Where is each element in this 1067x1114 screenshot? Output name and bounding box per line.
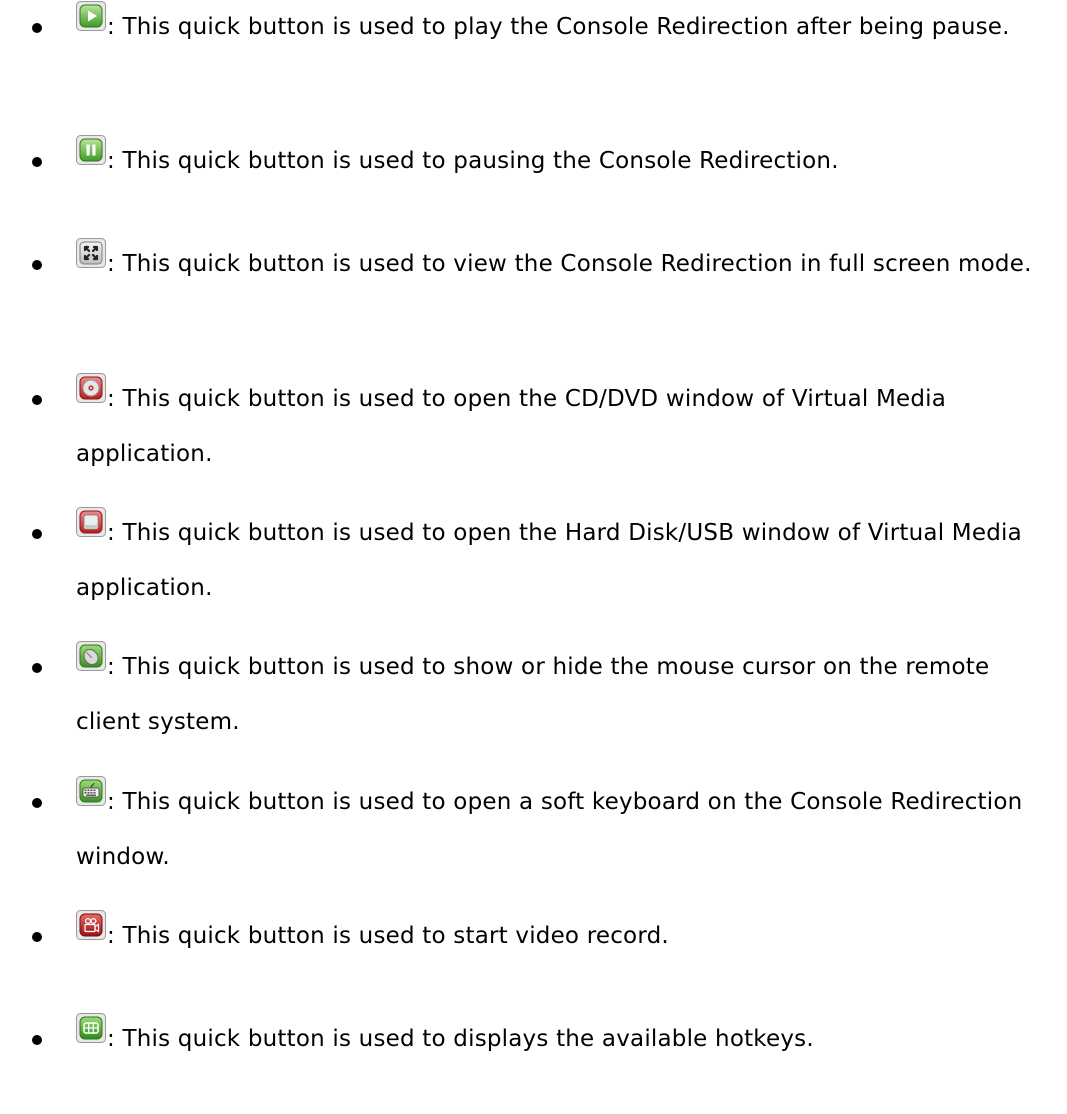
list-item: : This quick button is used to displays … — [32, 1012, 1046, 1067]
item-separator: : — [107, 1026, 115, 1052]
item-text: This quick button is used to view the Co… — [122, 251, 1032, 277]
item-text: This quick button is used to start video… — [122, 923, 669, 949]
document-page: : This quick button is used to play the … — [0, 0, 1067, 1114]
list-item: : This quick button is used to open the … — [32, 506, 1046, 616]
item-separator: : — [107, 654, 115, 680]
item-text: This quick button is used to show or hid… — [76, 654, 990, 735]
list-item: : This quick button is used to open the … — [32, 372, 1046, 482]
item-separator: : — [107, 520, 115, 546]
pause-icon — [76, 135, 106, 165]
bullet-dot — [32, 260, 42, 270]
bullet-dot — [32, 798, 42, 808]
list-item: : This quick button is used to show or h… — [32, 640, 1046, 750]
item-separator: : — [107, 789, 115, 815]
mouse-cursor-icon — [76, 641, 106, 671]
item-separator: : — [107, 923, 115, 949]
item-text: This quick button is used to pausing the… — [122, 148, 839, 174]
bullet-dot — [32, 663, 42, 673]
video-record-icon — [76, 910, 106, 940]
hard-disk-usb-icon — [76, 507, 106, 537]
fullscreen-icon — [76, 238, 106, 268]
item-separator: : — [107, 148, 115, 174]
play-icon — [76, 1, 106, 31]
list-item: : This quick button is used to view the … — [32, 237, 1046, 292]
bullet-dot — [32, 529, 42, 539]
soft-keyboard-icon — [76, 776, 106, 806]
item-separator: : — [107, 14, 115, 40]
item-text: This quick button is used to open a soft… — [76, 789, 1023, 870]
item-text: This quick button is used to play the Co… — [122, 14, 1010, 40]
list-item: : This quick button is used to start vid… — [32, 909, 1046, 964]
item-separator: : — [107, 251, 115, 277]
bullet-dot — [32, 23, 42, 33]
item-text: This quick button is used to displays th… — [122, 1026, 814, 1052]
hotkeys-icon — [76, 1013, 106, 1043]
cd-dvd-icon — [76, 373, 106, 403]
list-item: : This quick button is used to play the … — [32, 0, 1046, 55]
bullet-dot — [32, 1035, 42, 1045]
item-separator: : — [107, 386, 115, 412]
bullet-dot — [32, 395, 42, 405]
item-text: This quick button is used to open the CD… — [76, 386, 947, 467]
bullet-dot — [32, 157, 42, 167]
item-text: This quick button is used to open the Ha… — [76, 520, 1022, 601]
list-item: : This quick button is used to open a so… — [32, 775, 1046, 885]
bullet-dot — [32, 932, 42, 942]
list-item: : This quick button is used to pausing t… — [32, 134, 1046, 189]
